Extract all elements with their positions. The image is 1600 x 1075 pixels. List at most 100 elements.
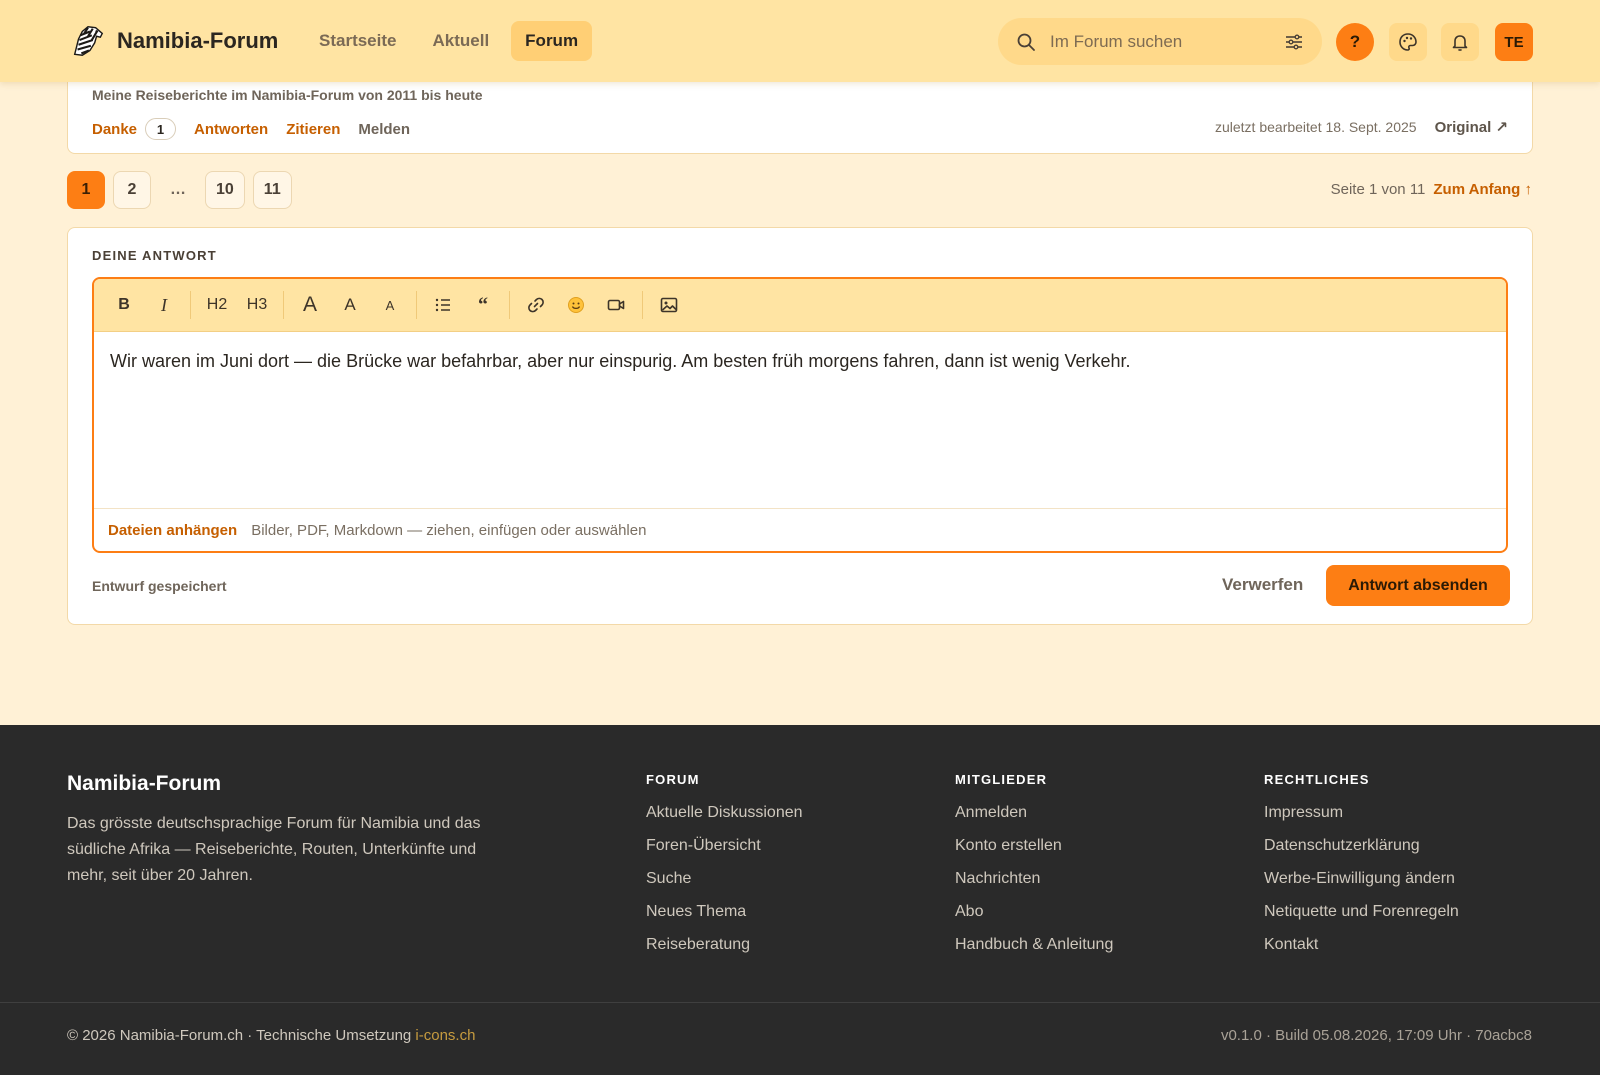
reply-link[interactable]: Antworten bbox=[194, 121, 268, 138]
bullet-list-button[interactable] bbox=[423, 288, 463, 322]
pagination: 1 2 … 10 11 bbox=[67, 171, 292, 209]
original-link[interactable]: Original ↗ bbox=[1435, 118, 1508, 136]
toolbar-divider bbox=[509, 291, 510, 319]
footer-link[interactable]: Nachrichten bbox=[955, 870, 1113, 903]
bell-icon bbox=[1452, 35, 1468, 51]
page-info: Seite 1 von 11 Zum Anfang ↑ bbox=[1331, 181, 1532, 198]
emoji-button[interactable] bbox=[556, 288, 596, 322]
footer-link[interactable]: Impressum bbox=[1264, 804, 1459, 837]
toolbar-divider bbox=[283, 291, 284, 319]
list-icon bbox=[435, 298, 450, 312]
palette-icon bbox=[1399, 33, 1417, 51]
post-actions: Danke 1 Antworten Zitieren Melden bbox=[92, 118, 410, 140]
attach-files-button[interactable]: Dateien anhängen bbox=[108, 522, 237, 539]
copyright-text: © 2026 Namibia-Forum.ch · Technische Ums… bbox=[67, 1027, 416, 1044]
thanks-count: 1 bbox=[145, 118, 177, 140]
footer-link[interactable]: Handbuch & Anleitung bbox=[955, 936, 1113, 969]
search-input[interactable] bbox=[1050, 31, 1284, 52]
footer-column-legal: RECHTLICHES Impressum Datenschutzerkläru… bbox=[1264, 772, 1459, 969]
submit-reply-button[interactable]: Antwort absenden bbox=[1326, 565, 1510, 606]
footer-link[interactable]: Konto erstellen bbox=[955, 837, 1113, 870]
footer-link[interactable]: Suche bbox=[646, 870, 803, 903]
footer-link[interactable]: Kontakt bbox=[1264, 936, 1459, 969]
heading3-button[interactable]: H3 bbox=[237, 288, 277, 322]
footer-column-members: MITGLIEDER Anmelden Konto erstellen Nach… bbox=[955, 772, 1113, 969]
video-icon bbox=[607, 299, 625, 311]
search-icon[interactable] bbox=[1016, 32, 1036, 52]
heading2-button[interactable]: H2 bbox=[197, 288, 237, 322]
footer-link[interactable]: Netiquette und Forenregeln bbox=[1264, 903, 1459, 936]
post-signature: Meine Reiseberichte im Namibia-Forum von… bbox=[92, 87, 483, 103]
footer-column-title: RECHTLICHES bbox=[1264, 772, 1370, 787]
quote-button[interactable]: “ bbox=[463, 288, 503, 322]
font-size-large-button[interactable]: A bbox=[290, 288, 330, 322]
draft-status: Entwurf gespeichert bbox=[92, 578, 227, 594]
report-link[interactable]: Melden bbox=[358, 121, 410, 138]
reply-editor: B I H2 H3 A A A “ Wir waren im Juni dort… bbox=[92, 277, 1508, 553]
zebra-logo-icon bbox=[73, 26, 104, 56]
image-icon bbox=[660, 297, 678, 313]
post-meta: zuletzt bearbeitet 18. Sept. 2025 Origin… bbox=[1215, 118, 1508, 136]
nav-forum[interactable]: Forum bbox=[511, 21, 593, 61]
editor-toolbar: B I H2 H3 A A A “ bbox=[94, 279, 1506, 332]
footer-link[interactable]: Aktuelle Diskussionen bbox=[646, 804, 803, 837]
site-footer: Namibia-Forum Das grösste deutschsprachi… bbox=[0, 725, 1600, 1075]
brand-name: Namibia-Forum bbox=[117, 28, 279, 53]
copyright: © 2026 Namibia-Forum.ch · Technische Ums… bbox=[67, 1027, 475, 1044]
page-11[interactable]: 11 bbox=[252, 171, 292, 209]
video-button[interactable] bbox=[596, 288, 636, 322]
page-1[interactable]: 1 bbox=[67, 171, 105, 209]
user-avatar[interactable]: TE bbox=[1495, 23, 1533, 61]
footer-link[interactable]: Anmelden bbox=[955, 804, 1113, 837]
footer-description: Das grösste deutschsprachige Forum für N… bbox=[67, 815, 481, 884]
back-to-top-link[interactable]: Zum Anfang ↑ bbox=[1433, 181, 1532, 198]
bold-button[interactable]: B bbox=[104, 288, 144, 322]
font-size-medium-button[interactable]: A bbox=[330, 288, 370, 322]
thanks-button[interactable]: Danke 1 bbox=[92, 118, 177, 140]
page-ellipsis: … bbox=[170, 181, 186, 198]
footer-brand: Namibia-Forum bbox=[67, 772, 222, 795]
search-box bbox=[998, 18, 1322, 65]
notifications-button[interactable] bbox=[1441, 23, 1479, 61]
page-2[interactable]: 2 bbox=[113, 171, 151, 209]
thanks-label: Danke bbox=[92, 120, 138, 138]
italic-button[interactable]: I bbox=[144, 288, 184, 322]
emoji-icon bbox=[568, 297, 584, 313]
toolbar-divider bbox=[642, 291, 643, 319]
main-nav: Startseite Aktuell Forum bbox=[305, 21, 593, 61]
footer-link[interactable]: Reiseberatung bbox=[646, 936, 803, 969]
discard-button[interactable]: Verwerfen bbox=[1222, 565, 1303, 605]
reply-title: DEINE ANTWORT bbox=[92, 248, 217, 263]
reply-textarea[interactable]: Wir waren im Juni dort — die Brücke war … bbox=[94, 332, 1506, 508]
credit-link[interactable]: i-cons.ch bbox=[415, 1027, 475, 1044]
footer-link[interactable]: Datenschutzerklärung bbox=[1264, 837, 1459, 870]
edited-timestamp: zuletzt bearbeitet 18. Sept. 2025 bbox=[1214, 119, 1417, 135]
image-button[interactable] bbox=[649, 288, 689, 322]
top-navbar: Namibia-Forum Startseite Aktuell Forum ? bbox=[0, 0, 1600, 82]
toolbar-divider bbox=[190, 291, 191, 319]
footer-column-title: MITGLIEDER bbox=[955, 772, 1048, 787]
nav-startseite[interactable]: Startseite bbox=[305, 21, 410, 61]
footer-column-title: FORUM bbox=[646, 772, 700, 787]
footer-link[interactable]: Neues Thema bbox=[646, 903, 803, 936]
footer-link[interactable]: Werbe-Einwilligung ändern bbox=[1264, 870, 1459, 903]
toolbar-divider bbox=[416, 291, 417, 319]
theme-button[interactable] bbox=[1389, 23, 1427, 61]
quote-link[interactable]: Zitieren bbox=[286, 121, 340, 138]
footer-column-forum: FORUM Aktuelle Diskussionen Foren-Übersi… bbox=[646, 772, 803, 969]
help-button[interactable]: ? bbox=[1336, 23, 1374, 61]
page-count-text: Seite 1 von 11 bbox=[1330, 181, 1426, 198]
font-size-small-button[interactable]: A bbox=[370, 288, 410, 322]
reply-card: DEINE ANTWORT B I H2 H3 A A A “ Wir ware… bbox=[67, 227, 1533, 625]
footer-link[interactable]: Foren-Übersicht bbox=[646, 837, 803, 870]
nav-aktuell[interactable]: Aktuell bbox=[418, 21, 503, 61]
footer-link[interactable]: Abo bbox=[955, 903, 1113, 936]
attach-hint: Bilder, PDF, Markdown — ziehen, einfügen… bbox=[251, 521, 647, 539]
attachment-bar: Dateien anhängen Bilder, PDF, Markdown —… bbox=[94, 508, 1506, 551]
page-10[interactable]: 10 bbox=[205, 171, 245, 209]
link-icon bbox=[528, 297, 544, 313]
brand-logo[interactable]: Namibia-Forum bbox=[69, 22, 278, 60]
filter-icon[interactable] bbox=[1284, 32, 1304, 52]
footer-divider bbox=[0, 1002, 1600, 1003]
link-button[interactable] bbox=[516, 288, 556, 322]
